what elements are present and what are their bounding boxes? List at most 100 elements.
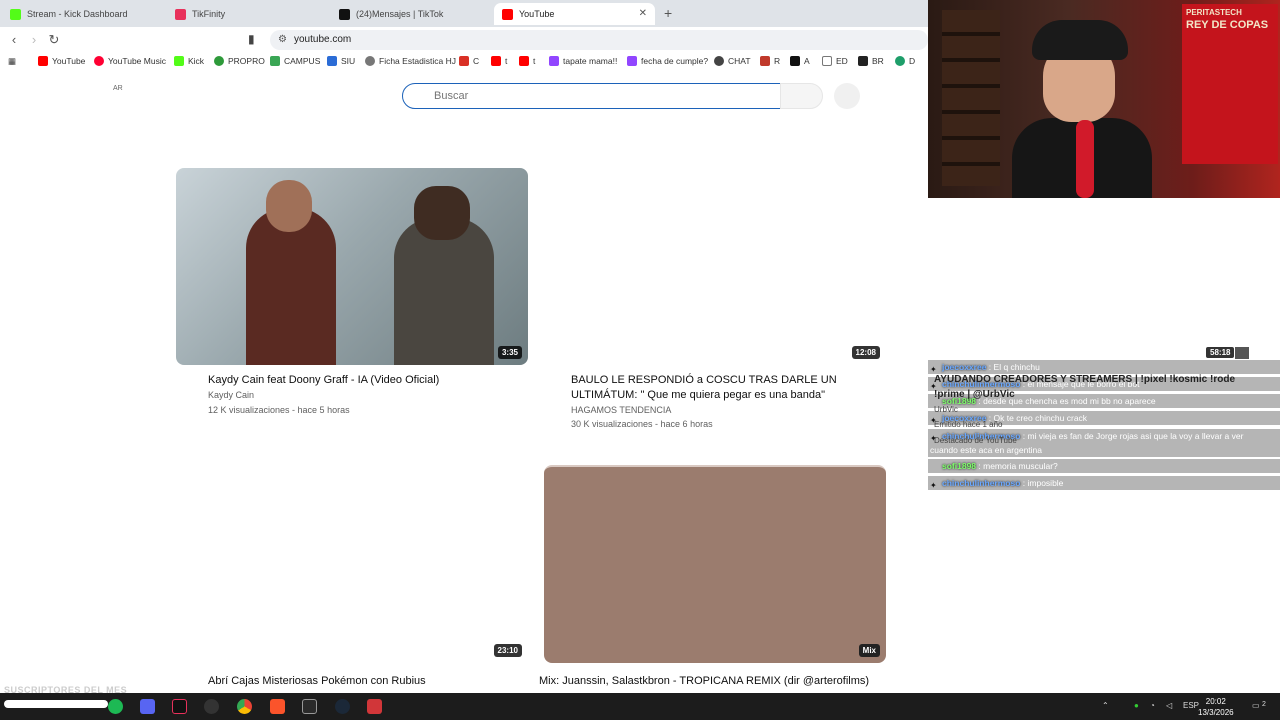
user-badge-icon: ✦ — [930, 481, 937, 490]
heart-icon — [760, 56, 770, 66]
obs-icon[interactable] — [204, 699, 219, 714]
video-title[interactable]: Kaydy Cain feat Doony Graff - IA (Video … — [208, 373, 528, 388]
d-icon — [895, 56, 905, 66]
country-code: AR — [113, 85, 123, 92]
github-icon — [858, 56, 868, 66]
featured-ghost: Destacado de YouTube — [934, 436, 1017, 445]
video-thumbnail[interactable]: 3:35 — [176, 168, 528, 365]
bookmark-a[interactable]: A — [790, 56, 810, 66]
channel-ghost: UrbVic — [934, 405, 958, 414]
video-title[interactable]: Mix: Juanssin, Salastkbron - TROPICANA R… — [539, 674, 886, 689]
video-title[interactable]: BAULO LE RESPONDIÓ a COSCU TRAS DARLE UN… — [571, 373, 886, 403]
stream-title-ghost: AYUDANDO CREADORES Y STREAMERS | !pixel … — [934, 374, 1236, 385]
tray-app-icon[interactable]: ● — [1134, 701, 1139, 710]
overlay-widget — [1235, 347, 1249, 359]
bookmark-youtube-music[interactable]: YouTube Music — [94, 56, 166, 66]
video-title[interactable]: Abrí Cajas Misteriosas Pokémon con Rubiu… — [208, 674, 528, 689]
youtube-icon — [38, 56, 48, 66]
new-tab-button[interactable]: + — [664, 5, 672, 21]
epic-games-icon[interactable] — [302, 699, 317, 714]
bookmark-youtube[interactable]: YouTube — [38, 56, 85, 66]
spotify-icon[interactable] — [108, 699, 123, 714]
video-thumbnail[interactable]: 12:08 — [544, 168, 886, 365]
address-bar[interactable]: ⚙ youtube.com — [270, 30, 928, 50]
back-icon[interactable]: ‹ — [6, 32, 22, 47]
video-duration: 12:08 — [851, 346, 880, 359]
x-icon — [790, 56, 800, 66]
mix-thumbnail[interactable]: Mix — [544, 465, 886, 663]
search-input[interactable] — [402, 83, 781, 109]
forward-icon[interactable]: › — [26, 32, 42, 47]
search-button[interactable] — [780, 83, 823, 109]
riot-icon[interactable] — [367, 699, 382, 714]
mix-badge: Mix — [858, 644, 880, 657]
tab-tiktok-messages[interactable]: (24)Mensajes | TikTok — [331, 3, 494, 25]
subs-progress-bar — [4, 700, 108, 708]
reload-icon[interactable]: ↻ — [46, 32, 62, 48]
tikfinity-icon — [175, 8, 186, 20]
video-channel[interactable]: Kaydy Cain — [208, 390, 254, 400]
youtube-icon — [502, 8, 513, 20]
chrome-icon[interactable] — [237, 699, 252, 714]
bookmark-chat[interactable]: CHAT — [714, 56, 751, 66]
tab-kick-dashboard[interactable]: Stream - Kick Dashboard — [2, 3, 167, 25]
folder-icon — [822, 56, 832, 66]
notifications-icon[interactable]: ▭ — [1252, 701, 1260, 710]
scissors-icon — [459, 56, 469, 66]
video-channel[interactable]: HAGAMOS TENDENCIA — [571, 405, 671, 415]
language-indicator[interactable]: ESP — [1183, 701, 1199, 710]
windows-taskbar: ⌃ ● ◔ ◁ ESP 20:02 13/3/2026 ▭ 2 — [0, 693, 1280, 720]
bookmark-fecha[interactable]: fecha de cumple? — [627, 56, 708, 66]
browser-toolbar: ‹ › ↻ ▮ ⚙ youtube.com — [0, 27, 928, 53]
grid-icon — [270, 56, 280, 66]
notification-count: 2 — [1262, 701, 1266, 708]
bookmark-d[interactable]: D — [895, 56, 915, 66]
bookmark-r[interactable]: R — [760, 56, 780, 66]
video-meta: 30 K visualizaciones - hace 6 horas — [571, 419, 713, 429]
bookmark-ficha[interactable]: Ficha Estadistica HJ — [365, 56, 456, 66]
tiktok-icon — [339, 8, 350, 20]
siu-icon — [327, 56, 337, 66]
brave-icon[interactable] — [270, 699, 285, 714]
bookmark-c[interactable]: C — [459, 56, 479, 66]
bookmark-propro[interactable]: PROPRO — [214, 56, 265, 66]
bookmark-kick[interactable]: Kick — [174, 56, 204, 66]
chat-message: ✦ chinchulinhermoso : imposible — [928, 476, 1280, 490]
youtube-icon — [519, 56, 529, 66]
user-badge-icon: ✦ — [930, 365, 937, 374]
video-meta: 12 K visualizaciones - hace 5 horas — [208, 405, 350, 415]
date-ghost: Emitido hace 1 año — [934, 420, 1003, 429]
twitch-icon — [549, 56, 559, 66]
chat-message: ✦ joecoxxree : El q chinchu — [928, 360, 1280, 374]
twitch-icon — [627, 56, 637, 66]
poster-text: PERITASTECH REY DE COPAS — [1186, 8, 1269, 31]
voice-search-button[interactable] — [834, 83, 860, 109]
thumbnail-figure — [394, 218, 494, 365]
video-duration: 3:35 — [497, 346, 522, 359]
discord-icon[interactable] — [140, 699, 155, 714]
steam-icon[interactable] — [335, 699, 350, 714]
volume-icon[interactable]: ◁ — [1166, 701, 1172, 710]
tab-tikfinity[interactable]: TikFinity — [167, 3, 332, 25]
bookmark-ed[interactable]: ED — [822, 56, 848, 66]
network-icon[interactable]: ◔ — [1150, 701, 1155, 710]
webcam-overlay: PERITASTECH REY DE COPAS — [928, 0, 1280, 198]
tray-chevron-icon[interactable]: ⌃ — [1102, 701, 1109, 710]
bookmark-t2[interactable]: t — [519, 56, 535, 66]
apps-icon[interactable]: ▦ — [8, 56, 16, 67]
subs-overlay-label: SUSCRIPTORES DEL MES — [4, 685, 128, 695]
stream-timer: 58:18 — [1206, 347, 1235, 358]
video-thumbnail[interactable]: 23:10 — [176, 465, 528, 663]
clock[interactable]: 20:02 13/3/2026 — [1198, 696, 1234, 718]
bookmark-icon[interactable]: ▮ — [248, 32, 255, 46]
bookmark-siu[interactable]: SIU — [327, 56, 355, 66]
tab-youtube[interactable]: YouTube ✕ — [494, 3, 655, 25]
bookmark-tapate[interactable]: tapate mama!! — [549, 56, 617, 66]
bookmark-campus[interactable]: CAMPUS — [270, 56, 320, 66]
bookmark-t1[interactable]: t — [491, 56, 507, 66]
bookmark-br[interactable]: BR — [858, 56, 884, 66]
site-info-icon[interactable]: ⚙ — [278, 30, 287, 50]
tiktok-icon[interactable] — [172, 699, 187, 714]
close-tab-icon[interactable]: ✕ — [639, 8, 647, 19]
thumbnail-figure — [266, 180, 312, 232]
